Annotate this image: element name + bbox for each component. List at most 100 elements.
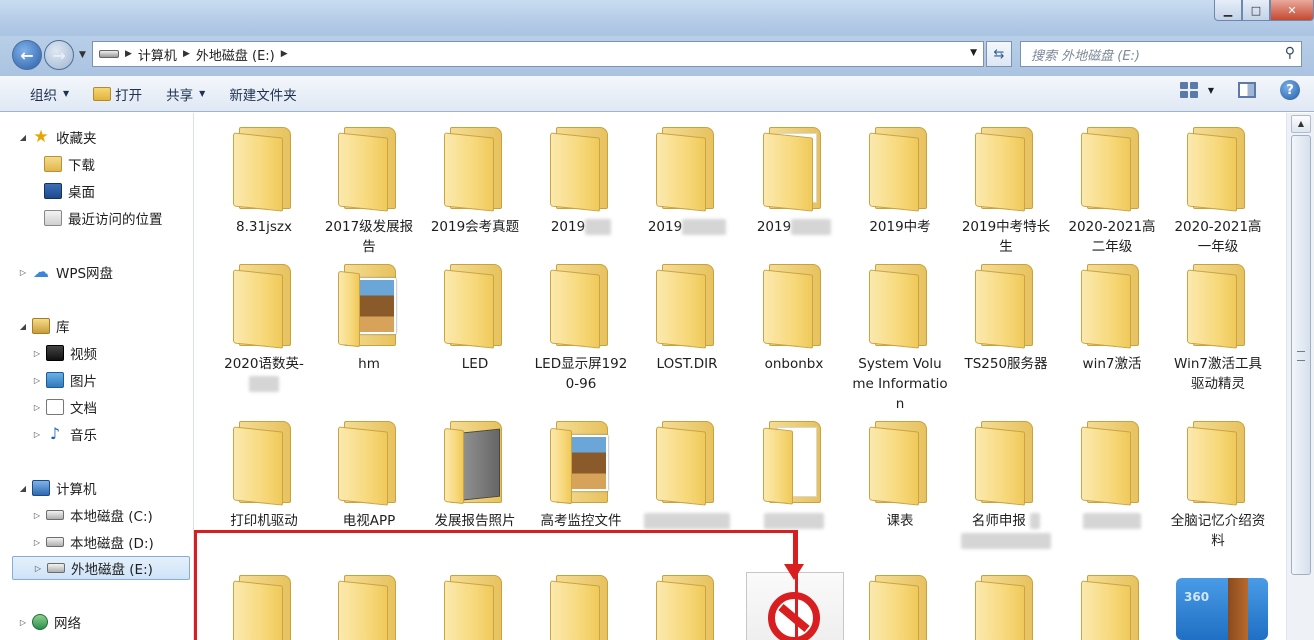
folder-item[interactable]: onbonbx [746, 260, 842, 374]
nav-documents[interactable]: ▷ 文档 [0, 395, 192, 419]
nav-pictures[interactable]: ▷ 图片 [0, 368, 192, 392]
nav-desktop[interactable]: 桌面 [0, 179, 192, 203]
nav-favorites[interactable]: ◢ ★ 收藏夹 [0, 125, 192, 149]
nav-drive-e[interactable]: ▷ 外地磁盘 (E:) [12, 556, 190, 580]
breadcrumb-drive-e[interactable]: 外地磁盘 (E:) [196, 45, 275, 64]
folder-item[interactable]: 8.31jszx [216, 123, 312, 237]
folder-item[interactable]: 2019会考真题 [427, 123, 523, 237]
organize-button[interactable]: 组织 ▼ [18, 80, 81, 108]
folder-icon [550, 260, 612, 349]
share-button[interactable]: 共享 ▼ [154, 80, 217, 108]
computer-icon [32, 480, 50, 496]
arrow-right-icon: → [52, 45, 66, 65]
folder-item[interactable] [1064, 417, 1160, 531]
view-options-dropdown-icon[interactable]: ▼ [1208, 86, 1214, 95]
folder-item[interactable]: System Volume Information [852, 260, 948, 414]
nav-music[interactable]: ▷ ♪ 音乐 [0, 422, 192, 446]
nav-network[interactable]: ▷ 网络 [0, 610, 192, 634]
folder-item[interactable]: 名师申报 [958, 417, 1054, 551]
chevron-right-icon[interactable]: ▶ [125, 49, 132, 59]
minimize-button[interactable]: ▁ [1214, 0, 1242, 21]
folder-item[interactable]: 2017级发展报告 [321, 123, 417, 257]
chevron-right-icon[interactable]: ▶ [281, 49, 288, 59]
share-label: 共享 [166, 87, 194, 104]
zip-archive-item[interactable]: 360 [1176, 578, 1268, 640]
folder-icon [869, 417, 931, 506]
recent-pages-dropdown[interactable]: ▼ [79, 50, 86, 60]
network-icon [32, 614, 48, 630]
folder-item[interactable]: LED [427, 260, 523, 374]
folder-item[interactable]: 2019 [533, 123, 629, 237]
collapse-icon[interactable]: ▷ [18, 268, 28, 277]
folder-item[interactable] [958, 571, 1054, 640]
collapse-icon[interactable]: ▷ [18, 618, 28, 627]
scroll-up-button[interactable]: ▲ [1291, 115, 1311, 133]
help-icon[interactable]: ? [1280, 80, 1300, 100]
expand-icon[interactable]: ◢ [18, 322, 28, 331]
expand-icon[interactable]: ◢ [18, 484, 28, 493]
folder-label: LOST.DIR [656, 356, 718, 372]
collapse-icon[interactable]: ▷ [32, 349, 42, 358]
breadcrumb-computer[interactable]: 计算机 [138, 45, 177, 64]
nav-videos[interactable]: ▷ 视频 [0, 341, 192, 365]
folder-item[interactable]: 打印机驱动 [216, 417, 312, 531]
nav-wps[interactable]: ▷ ☁ WPS网盘 [0, 260, 192, 284]
folder-icon [550, 417, 612, 505]
address-dropdown-icon[interactable]: ▼ [970, 48, 977, 58]
folder-item[interactable]: 课表 [852, 417, 948, 531]
folder-item[interactable]: 电视APP [321, 417, 417, 531]
folder-item[interactable]: LED显示屏1920-96 [533, 260, 629, 394]
back-button[interactable]: ← [12, 40, 42, 70]
search-icon[interactable]: ⚲ [1285, 45, 1295, 61]
expand-icon[interactable]: ◢ [18, 133, 28, 142]
nav-drive-c[interactable]: ▷ 本地磁盘 (C:) [0, 503, 192, 527]
folder-label: 发展报告照片 [434, 513, 516, 529]
scroll-thumb[interactable] [1291, 135, 1311, 575]
maximize-button[interactable]: □ [1242, 0, 1270, 21]
open-button[interactable]: 打开 [81, 80, 154, 108]
address-bar[interactable]: ▶ 计算机 ▶ 外地磁盘 (E:) ▶ ▼ [92, 41, 984, 67]
folder-item[interactable]: hm [321, 260, 417, 374]
collapse-icon[interactable]: ▷ [33, 564, 43, 573]
folder-item[interactable]: 2019 [639, 123, 735, 237]
nav-libraries[interactable]: ◢ 库 [0, 314, 192, 338]
forward-button[interactable]: → [44, 40, 74, 70]
collapse-icon[interactable]: ▷ [32, 538, 42, 547]
folder-item[interactable]: LOST.DIR [639, 260, 735, 374]
folder-item[interactable] [746, 417, 842, 531]
collapse-icon[interactable]: ▷ [32, 403, 42, 412]
vertical-scrollbar[interactable]: ▲ [1286, 113, 1314, 640]
folder-item[interactable]: 2020-2021高二年级 [1064, 123, 1160, 257]
folder-icon [1187, 260, 1249, 349]
new-folder-button[interactable]: 新建文件夹 [217, 80, 309, 108]
folder-item[interactable] [1064, 571, 1160, 640]
nav-downloads[interactable]: 下载 [0, 152, 192, 176]
folder-item[interactable]: TS250服务器 [958, 260, 1054, 374]
folder-item[interactable]: 2019 [746, 123, 842, 237]
folder-item[interactable]: 发展报告照片 [427, 417, 523, 531]
chevron-right-icon[interactable]: ▶ [183, 49, 190, 59]
collapse-icon[interactable]: ▷ [32, 430, 42, 439]
folder-item[interactable]: 2019中考 [852, 123, 948, 237]
folder-item[interactable]: win7激活 [1064, 260, 1160, 374]
folder-item[interactable]: Win7激活工具驱动精灵 [1170, 260, 1266, 394]
folder-label: LED显示屏1920-96 [534, 356, 628, 392]
folder-item[interactable] [852, 571, 948, 640]
refresh-button[interactable]: ⇆ [986, 41, 1012, 67]
search-input[interactable]: 搜索 外地磁盘 (E:) ⚲ [1020, 41, 1302, 67]
folder-item[interactable]: 全脑记忆介绍资料 [1170, 417, 1266, 551]
folder-item[interactable] [639, 417, 735, 531]
collapse-icon[interactable]: ▷ [32, 376, 42, 385]
address-row: ← → ▼ ▶ 计算机 ▶ 外地磁盘 (E:) ▶ ▼ ⇆ 搜索 外地磁盘 (E… [0, 36, 1314, 76]
folder-item[interactable]: 2020语数英- [216, 260, 312, 394]
change-view-icon[interactable] [1179, 82, 1198, 98]
nav-drive-d[interactable]: ▷ 本地磁盘 (D:) [0, 530, 192, 554]
close-button[interactable]: ✕ [1270, 0, 1314, 21]
folder-item[interactable]: 2019中考特长生 [958, 123, 1054, 257]
nav-computer[interactable]: ◢ 计算机 [0, 476, 192, 500]
nav-recent[interactable]: 最近访问的位置 [0, 206, 192, 230]
collapse-icon[interactable]: ▷ [32, 511, 42, 520]
preview-pane-icon[interactable] [1238, 82, 1256, 98]
folder-item[interactable]: 2020-2021高一年级 [1170, 123, 1266, 257]
folder-item[interactable]: 高考监控文件 [533, 417, 629, 531]
